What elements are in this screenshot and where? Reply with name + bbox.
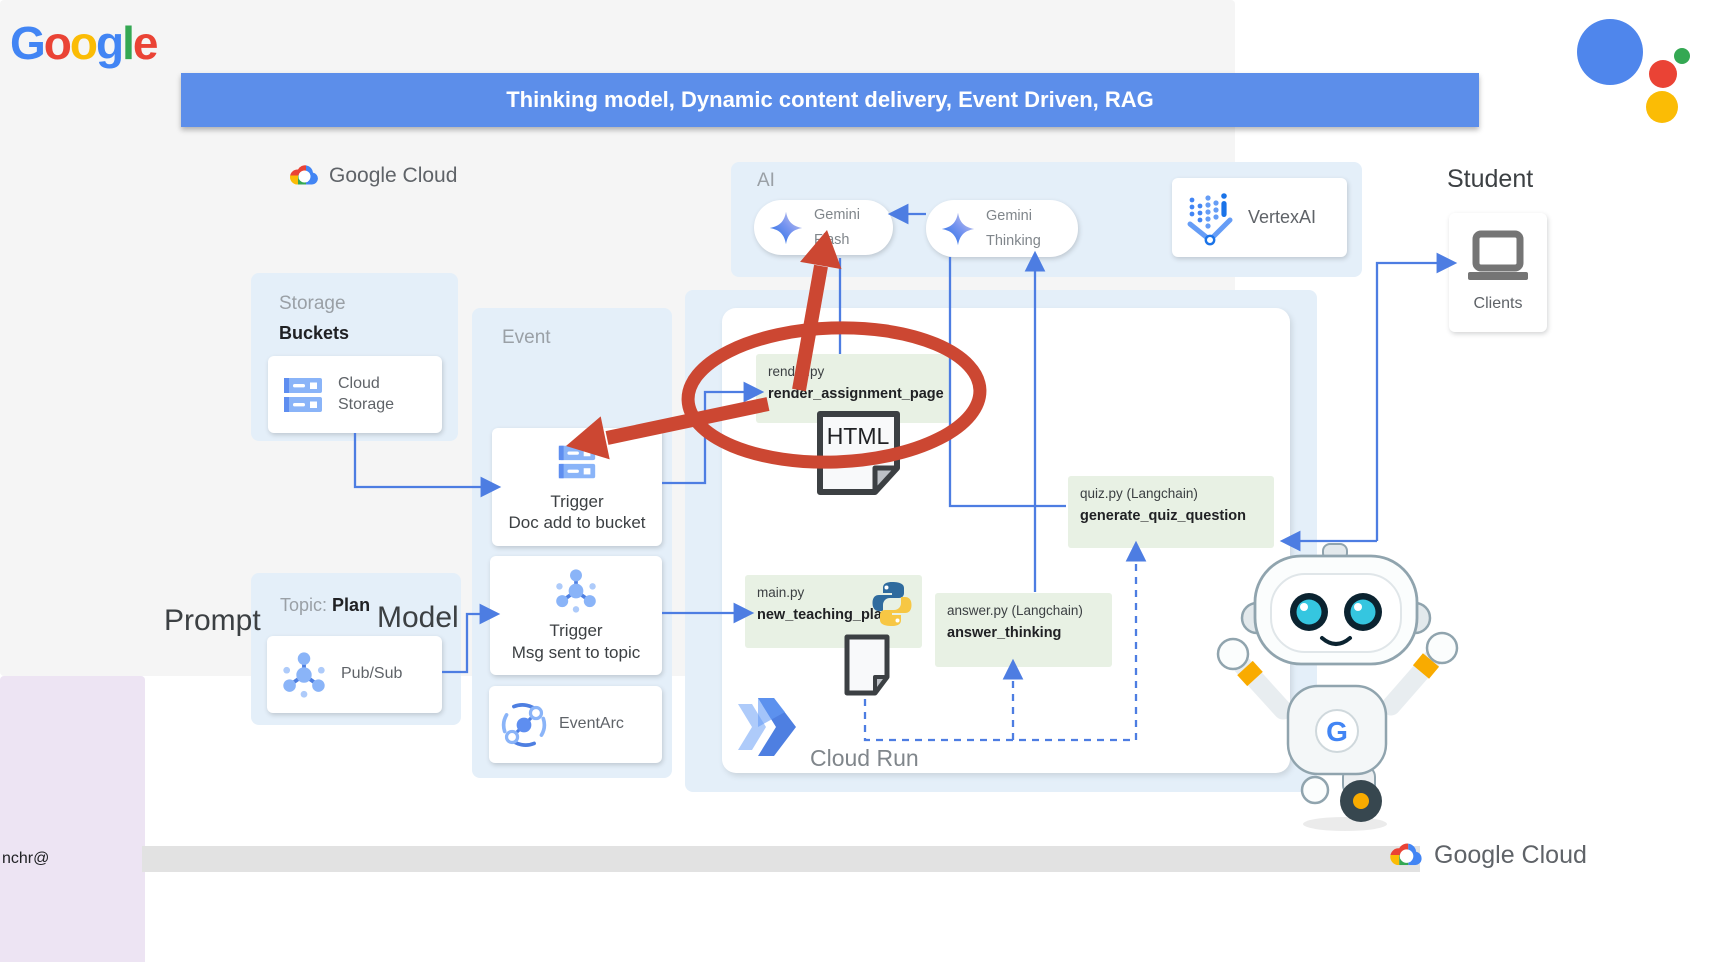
trigger-msg-node: Trigger Msg sent to topic — [490, 556, 662, 675]
title-banner: Thinking model, Dynamic content delivery… — [181, 73, 1479, 127]
bottom-bar — [142, 846, 1420, 872]
eventarc-icon — [501, 700, 547, 750]
plan-document-icon — [842, 633, 892, 697]
vertex-ai-node: VertexAI — [1172, 178, 1347, 257]
storage-section-label: Storage — [279, 293, 346, 315]
gemini-star-icon — [940, 211, 976, 247]
buckets-label: Buckets — [279, 323, 349, 344]
trigger-doc-label: Trigger Doc add to bucket — [508, 491, 645, 534]
slide-canvas: Google Thinking model, Dynamic content d… — [0, 0, 1710, 962]
gemini-flash-label: Gemini Flash — [814, 203, 860, 252]
svg-text:G: G — [1326, 716, 1348, 747]
google-cloud-header: Google Cloud — [288, 162, 457, 189]
cloud-run-label: Cloud Run — [810, 745, 919, 772]
vertex-ai-label: VertexAI — [1248, 206, 1316, 229]
student-panel — [0, 676, 145, 962]
clients-node: Clients — [1449, 213, 1547, 332]
event-section-label: Event — [502, 327, 551, 349]
pubsub-icon — [552, 568, 600, 614]
prompt-annotation: Prompt — [164, 604, 261, 638]
cloud-storage-icon — [555, 441, 599, 483]
gemini-thinking-node: Gemini Thinking — [926, 200, 1078, 257]
vertex-ai-icon — [1184, 190, 1236, 246]
answer-py-filename: answer.py (Langchain) — [947, 603, 1100, 618]
google-cloud-footer-logo: Google Cloud — [1388, 840, 1587, 870]
quiz-py-filename: quiz.py (Langchain) — [1080, 486, 1262, 501]
logo-letter: g — [96, 17, 122, 69]
watermark-text: nchr@ — [2, 850, 49, 868]
answer-py-function: answer_thinking — [947, 625, 1100, 641]
svg-text:HTML: HTML — [827, 423, 890, 449]
pubsub-icon — [279, 650, 329, 700]
cloud-storage-node: Cloud Storage — [268, 356, 442, 433]
eventarc-label: EventArc — [559, 714, 624, 735]
google-assistant-dots-icon — [1440, 10, 1700, 140]
render-py-filename: render.py — [768, 364, 938, 379]
eventarc-node: EventArc — [489, 686, 662, 763]
google-cloud-footer-label: Google Cloud — [1434, 841, 1587, 870]
python-icon — [869, 580, 915, 628]
render-py-function: render_assignment_page — [768, 386, 938, 402]
quiz-py-function: generate_quiz_question — [1080, 508, 1262, 524]
cloud-storage-icon — [280, 374, 326, 416]
trigger-msg-label: Trigger Msg sent to topic — [512, 620, 641, 663]
google-cloud-header-label: Google Cloud — [329, 164, 457, 188]
ai-section-label: AI — [757, 170, 775, 192]
gemini-star-icon — [768, 210, 804, 246]
cloud-run-icon — [736, 692, 800, 762]
topic-label: Topic: Plan — [280, 595, 370, 616]
logo-letter: o — [44, 17, 70, 69]
clients-label: Clients — [1474, 294, 1523, 315]
google-cloud-icon — [1388, 840, 1424, 870]
html-document-icon: HTML — [812, 408, 905, 498]
google-logo: Google — [10, 16, 156, 70]
logo-letter: o — [70, 17, 96, 69]
logo-letter: e — [133, 17, 157, 69]
gemini-flash-node: Gemini Flash — [754, 200, 893, 255]
logo-letter: G — [10, 17, 44, 69]
gemini-thinking-label: Gemini Thinking — [986, 204, 1041, 253]
logo-letter: l — [122, 17, 133, 69]
topic-value: Plan — [332, 595, 370, 615]
pubsub-node: Pub/Sub — [267, 636, 442, 713]
trigger-doc-node: Trigger Doc add to bucket — [492, 428, 662, 546]
robot-mascot-illustration: G — [1195, 538, 1475, 833]
model-annotation: Model — [377, 601, 459, 635]
cloud-storage-label: Cloud Storage — [338, 374, 394, 416]
google-cloud-icon — [288, 162, 320, 189]
answer-py-box: answer.py (Langchain) answer_thinking — [935, 593, 1112, 667]
slide-title: Thinking model, Dynamic content delivery… — [506, 87, 1154, 113]
laptop-icon — [1464, 230, 1532, 286]
student-section-label: Student — [1447, 165, 1533, 194]
pubsub-label: Pub/Sub — [341, 664, 402, 685]
